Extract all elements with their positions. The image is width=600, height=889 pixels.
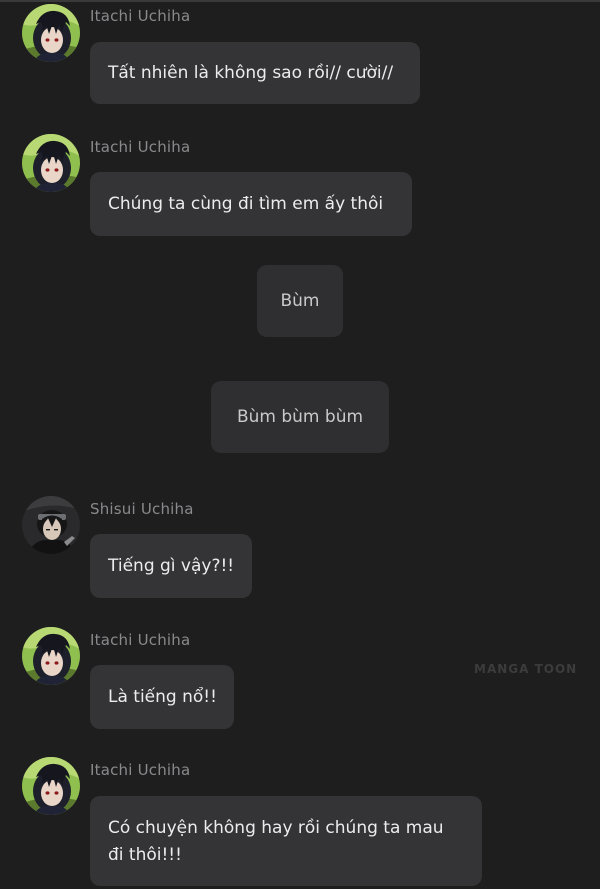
message-bubble[interactable]: Có chuyện không hay rồi chúng ta mau đi … — [90, 796, 482, 886]
message-bubble[interactable]: Tất nhiên là không sao rồi// cười// — [90, 42, 420, 104]
message-bubble[interactable]: Tiếng gì vậy?!! — [90, 534, 252, 598]
sender-name: Itachi Uchiha — [90, 138, 191, 156]
sender-name: Shisui Uchiha — [90, 500, 194, 518]
sender-name: Itachi Uchiha — [90, 631, 191, 649]
watermark: MANGA TOON — [474, 662, 578, 676]
itachi-avatar-icon[interactable] — [22, 757, 80, 815]
itachi-avatar-icon[interactable] — [22, 134, 80, 192]
message-bubble[interactable]: Chúng ta cùng đi tìm em ấy thôi — [90, 172, 412, 236]
itachi-avatar-icon[interactable] — [22, 627, 80, 685]
system-message: Bùm bùm bùm — [211, 381, 389, 453]
sender-name: Itachi Uchiha — [90, 761, 191, 779]
message-bubble[interactable]: Là tiếng nổ!! — [90, 665, 234, 729]
shisui-avatar-icon[interactable] — [22, 496, 80, 554]
itachi-avatar-icon[interactable] — [22, 4, 80, 62]
sender-name: Itachi Uchiha — [90, 7, 191, 25]
top-divider — [0, 0, 600, 2]
system-message: Bùm — [257, 265, 343, 337]
